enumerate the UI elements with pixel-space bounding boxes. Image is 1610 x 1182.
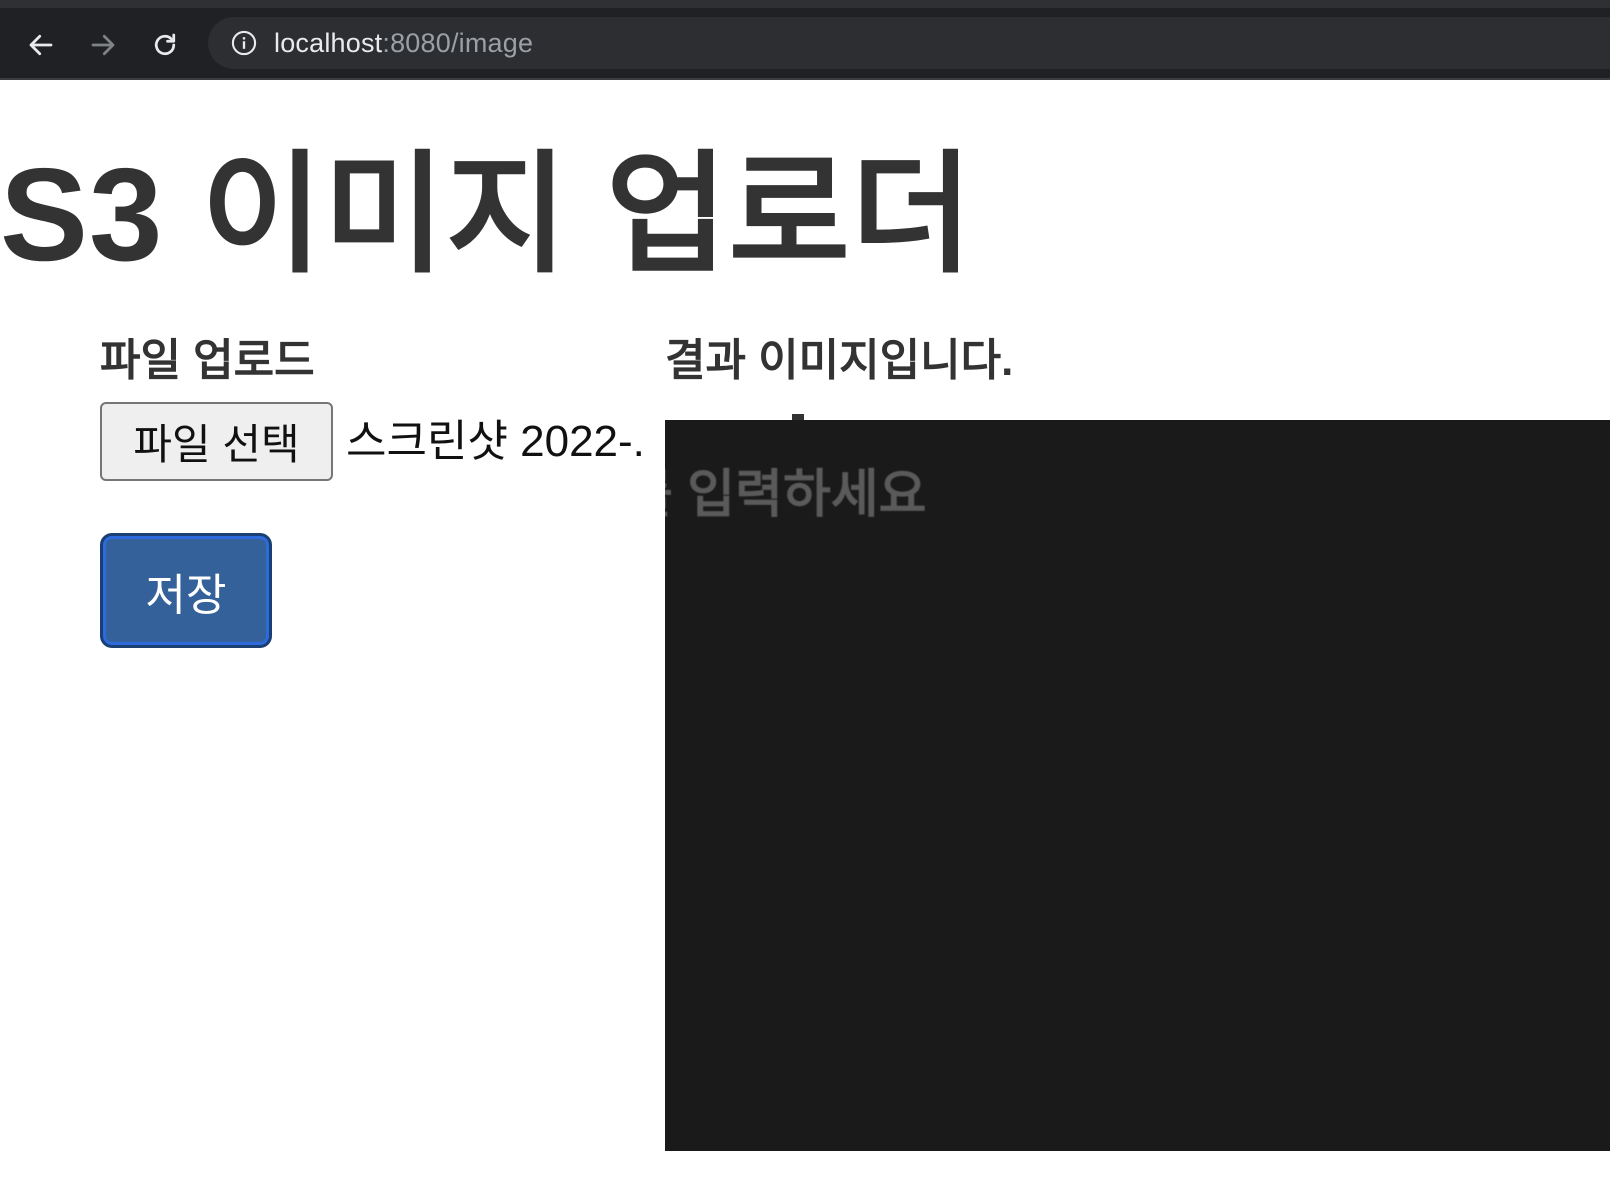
address-bar[interactable]: localhost:8080/image [208, 17, 1610, 69]
save-button[interactable]: 저장 [100, 533, 272, 648]
result-image-text: 를 입력하세요 [665, 466, 927, 524]
reload-icon [154, 33, 176, 56]
forward-arrow-icon [91, 34, 115, 56]
result-image: 를 입력하세요 [665, 420, 1610, 1151]
result-section-heading: 결과 이미지입니다. [665, 336, 1014, 385]
browser-toolbar: localhost:8080/image [0, 0, 1610, 80]
selected-file-name: 스크린샷 2022-. [346, 417, 645, 466]
back-button[interactable] [24, 28, 58, 62]
page-title: S3 이미지 업로더 [0, 141, 974, 288]
forward-button[interactable] [86, 28, 120, 62]
info-icon[interactable] [230, 29, 258, 57]
upload-section-heading: 파일 업로드 [100, 336, 315, 385]
choose-file-button[interactable]: 파일 선택 [100, 402, 333, 481]
back-arrow-icon [29, 34, 53, 56]
url-text[interactable]: localhost:8080/image [274, 28, 533, 59]
reload-button[interactable] [148, 28, 182, 62]
url-host: localhost [274, 27, 383, 58]
url-path: :8080/image [382, 27, 534, 58]
